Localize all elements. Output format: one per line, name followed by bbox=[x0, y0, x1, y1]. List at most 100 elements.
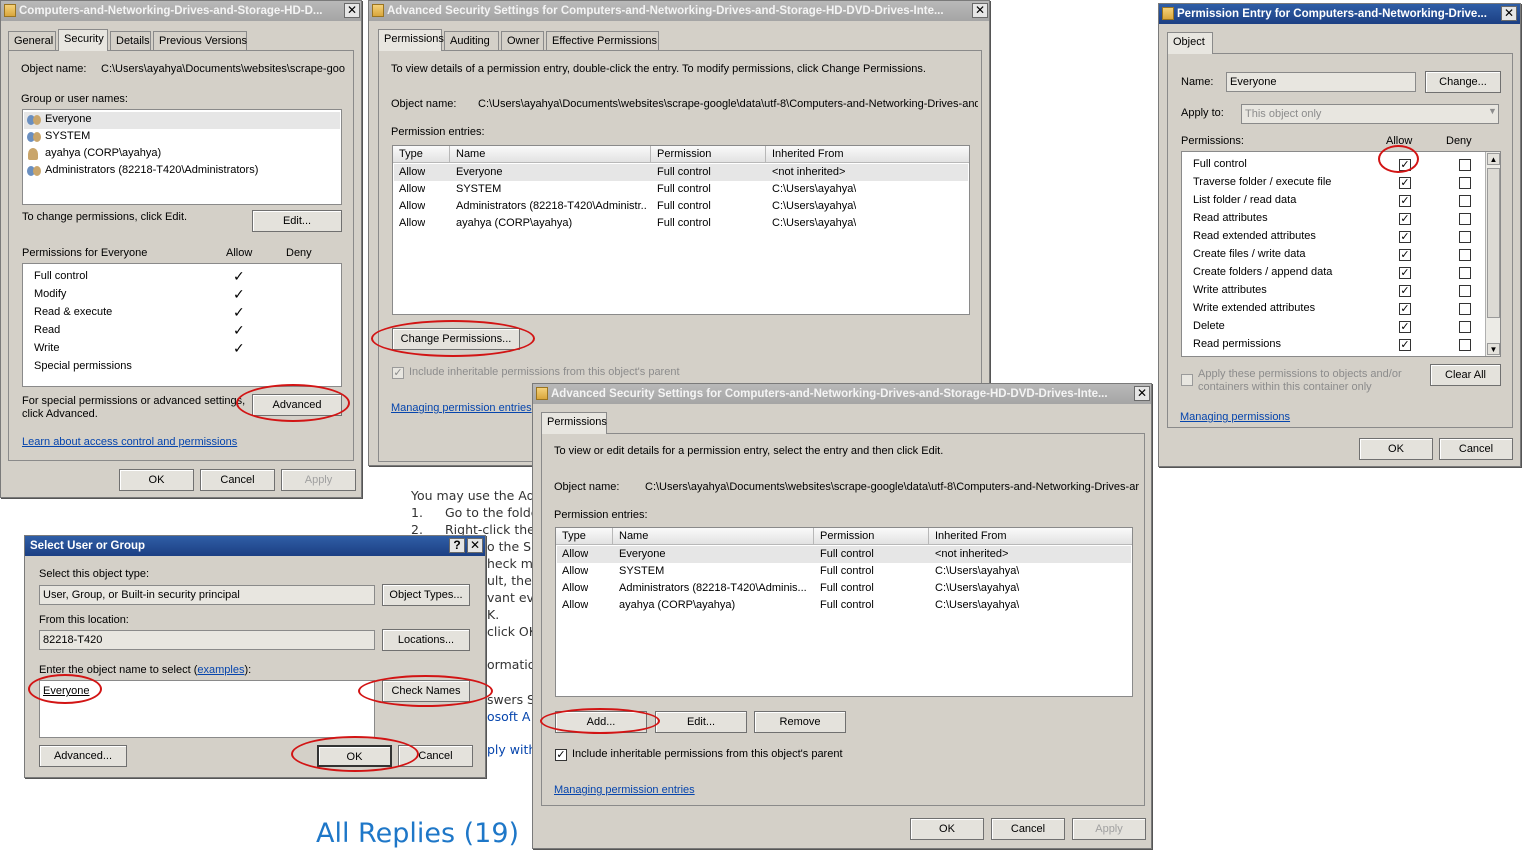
user-item[interactable]: Administrators (82218-T420\Administrator… bbox=[45, 164, 258, 176]
table-cell-inherited[interactable]: C:\Users\ayahya\ bbox=[772, 215, 856, 232]
allow-checkbox[interactable]: ✓ bbox=[1399, 231, 1411, 243]
table-cell-permission[interactable]: Full control bbox=[657, 181, 711, 198]
table-cell-type[interactable]: Allow bbox=[562, 563, 588, 580]
allow-checkbox[interactable]: ✓ bbox=[1399, 249, 1411, 261]
column-header-permission[interactable]: Permission bbox=[651, 146, 766, 163]
scrollbar[interactable]: ▲ ▼ bbox=[1485, 152, 1500, 356]
scroll-thumb[interactable] bbox=[1487, 168, 1500, 318]
allow-checkbox[interactable]: ✓ bbox=[1399, 195, 1411, 207]
table-cell-inherited[interactable]: C:\Users\ayahya\ bbox=[772, 198, 856, 215]
column-header-permission[interactable]: Permission bbox=[814, 528, 929, 545]
managing-permission-entries-link[interactable]: Managing permission entries bbox=[554, 784, 695, 796]
examples-link[interactable]: examples bbox=[197, 664, 244, 676]
table-cell-type[interactable]: Allow bbox=[399, 198, 425, 215]
column-header-inherited[interactable]: Inherited From bbox=[929, 528, 1132, 545]
deny-checkbox[interactable] bbox=[1459, 321, 1471, 333]
tab-security[interactable]: Security bbox=[58, 29, 108, 51]
allow-checkbox[interactable]: ✓ bbox=[1399, 285, 1411, 297]
learn-access-control-link[interactable]: Learn about access control and permissio… bbox=[22, 436, 237, 448]
permission-entries-table[interactable]: Type Name Permission Inherited From Allo… bbox=[392, 145, 970, 315]
advanced-button[interactable]: Advanced... bbox=[39, 745, 127, 767]
cancel-button[interactable]: Cancel bbox=[991, 818, 1065, 840]
column-header-type[interactable]: Type bbox=[393, 146, 450, 163]
table-cell-name[interactable]: ayahya (CORP\ayahya) bbox=[619, 597, 809, 614]
table-cell-type[interactable]: Allow bbox=[562, 597, 588, 614]
ok-button[interactable]: OK bbox=[119, 469, 194, 491]
include-inheritable-checkbox[interactable]: ✓ bbox=[392, 367, 404, 379]
change-permissions-button[interactable]: Change Permissions... bbox=[392, 328, 520, 350]
column-header-name[interactable]: Name bbox=[450, 146, 651, 163]
page-link-fragment[interactable]: osoft A bbox=[487, 709, 530, 724]
allow-checkbox[interactable]: ✓ bbox=[1399, 177, 1411, 189]
check-names-button[interactable]: Check Names bbox=[382, 680, 470, 702]
deny-checkbox[interactable] bbox=[1459, 195, 1471, 207]
add-button[interactable]: Add... bbox=[555, 711, 647, 733]
close-button[interactable]: ✕ bbox=[1134, 386, 1150, 401]
deny-checkbox[interactable] bbox=[1459, 231, 1471, 243]
table-cell-name[interactable]: SYSTEM bbox=[456, 181, 646, 198]
apply-button[interactable]: Apply bbox=[1072, 818, 1146, 840]
user-item[interactable]: Everyone bbox=[45, 113, 91, 125]
managing-permission-entries-link[interactable]: Managing permission entries bbox=[391, 402, 532, 414]
column-header-type[interactable]: Type bbox=[556, 528, 613, 545]
table-cell-name[interactable]: Everyone bbox=[619, 546, 809, 563]
allow-checkbox[interactable]: ✓ bbox=[1399, 339, 1411, 351]
table-cell-inherited[interactable]: <not inherited> bbox=[935, 546, 1008, 563]
cancel-button[interactable]: Cancel bbox=[398, 745, 473, 767]
tab-previous-versions[interactable]: Previous Versions bbox=[153, 31, 247, 50]
close-button[interactable]: ✕ bbox=[344, 3, 360, 18]
clear-all-button[interactable]: Clear All bbox=[1430, 364, 1501, 386]
table-cell-permission[interactable]: Full control bbox=[820, 563, 874, 580]
table-cell-permission[interactable]: Full control bbox=[657, 198, 711, 215]
table-cell-type[interactable]: Allow bbox=[399, 164, 425, 181]
ok-button[interactable]: OK bbox=[1359, 438, 1433, 460]
include-inheritable-checkbox[interactable]: ✓ bbox=[555, 749, 567, 761]
edit-button[interactable]: Edit... bbox=[655, 711, 747, 733]
close-button[interactable]: ✕ bbox=[467, 538, 483, 553]
allow-checkbox[interactable]: ✓ bbox=[1399, 213, 1411, 225]
table-cell-permission[interactable]: Full control bbox=[657, 164, 711, 181]
permission-entry-list[interactable]: Full control Traverse folder / execute f… bbox=[1181, 151, 1501, 357]
user-item[interactable]: SYSTEM bbox=[45, 130, 90, 142]
table-cell-permission[interactable]: Full control bbox=[820, 597, 874, 614]
scroll-up-icon[interactable]: ▲ bbox=[1487, 153, 1500, 165]
table-cell-inherited[interactable]: C:\Users\ayahya\ bbox=[935, 563, 1019, 580]
table-cell-inherited[interactable]: C:\Users\ayahya\ bbox=[935, 597, 1019, 614]
table-cell-inherited[interactable]: C:\Users\ayahya\ bbox=[935, 580, 1019, 597]
column-header-name[interactable]: Name bbox=[613, 528, 814, 545]
table-cell-name[interactable]: SYSTEM bbox=[619, 563, 809, 580]
tab-permissions[interactable]: Permissions bbox=[378, 29, 444, 51]
cancel-button[interactable]: Cancel bbox=[200, 469, 275, 491]
tab-permissions[interactable]: Permissions bbox=[541, 412, 607, 434]
advanced-button[interactable]: Advanced bbox=[252, 394, 342, 416]
tab-auditing[interactable]: Auditing bbox=[444, 31, 499, 50]
allow-checkbox[interactable]: ✓ bbox=[1399, 267, 1411, 279]
close-button[interactable]: ✕ bbox=[1501, 6, 1517, 21]
help-button[interactable]: ? bbox=[449, 538, 465, 553]
edit-button[interactable]: Edit... bbox=[252, 210, 342, 232]
table-cell-name[interactable]: Administrators (82218-T420\Adminis... bbox=[619, 580, 809, 597]
table-cell-inherited[interactable]: <not inherited> bbox=[772, 164, 845, 181]
table-cell-type[interactable]: Allow bbox=[399, 181, 425, 198]
column-header-inherited[interactable]: Inherited From bbox=[766, 146, 969, 163]
page-link-fragment[interactable]: ply with bbox=[487, 742, 536, 757]
user-list[interactable]: Everyone SYSTEM ayahya (CORP\ayahya) Adm… bbox=[22, 109, 342, 205]
table-cell-type[interactable]: Allow bbox=[562, 546, 588, 563]
apply-button[interactable]: Apply bbox=[281, 469, 356, 491]
allow-checkbox[interactable]: ✓ bbox=[1399, 303, 1411, 315]
table-cell-permission[interactable]: Full control bbox=[657, 215, 711, 232]
change-button[interactable]: Change... bbox=[1425, 71, 1501, 93]
tab-owner[interactable]: Owner bbox=[501, 31, 544, 50]
managing-permissions-link[interactable]: Managing permissions bbox=[1180, 411, 1290, 423]
deny-checkbox[interactable] bbox=[1459, 159, 1471, 171]
allow-checkbox[interactable]: ✓ bbox=[1399, 321, 1411, 333]
ok-button[interactable]: OK bbox=[317, 745, 392, 767]
deny-checkbox[interactable] bbox=[1459, 339, 1471, 351]
tab-effective-permissions[interactable]: Effective Permissions bbox=[546, 31, 659, 50]
close-button[interactable]: ✕ bbox=[972, 3, 988, 18]
scroll-down-icon[interactable]: ▼ bbox=[1487, 343, 1500, 355]
name-field[interactable]: Everyone bbox=[1226, 72, 1416, 92]
allow-checkbox[interactable]: ✓ bbox=[1399, 159, 1411, 171]
deny-checkbox[interactable] bbox=[1459, 249, 1471, 261]
object-types-button[interactable]: Object Types... bbox=[382, 584, 470, 606]
